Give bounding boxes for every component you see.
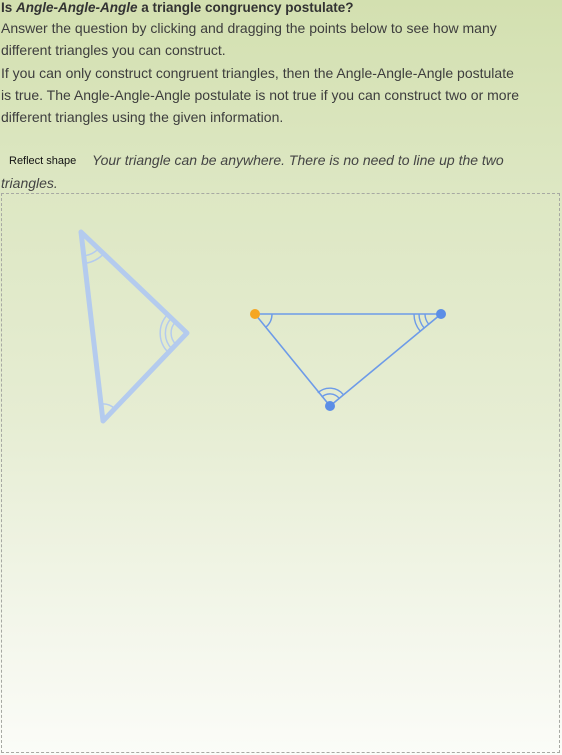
- user-triangle: [253, 313, 444, 408]
- reference-triangle: [78, 229, 190, 424]
- reference-triangle-outline: [78, 229, 190, 424]
- user-triangle-outline: [253, 313, 444, 408]
- triangle-board: [78, 229, 446, 424]
- reference-angle-arc-top-1: [84, 248, 100, 257]
- user-angle-arc-right-1: [424, 313, 430, 325]
- point-handle-left[interactable]: [250, 309, 260, 319]
- point-handle-bottom[interactable]: [325, 401, 335, 411]
- user-angle-arc-bottom-1: [321, 393, 340, 399]
- reference-angle-arc-right-1: [170, 321, 177, 346]
- user-angle-arc-left: [265, 313, 273, 328]
- point-handle-right[interactable]: [436, 309, 446, 319]
- user-angle-arc-right-2: [418, 313, 425, 329]
- reference-angle-arc-right-3: [159, 314, 169, 354]
